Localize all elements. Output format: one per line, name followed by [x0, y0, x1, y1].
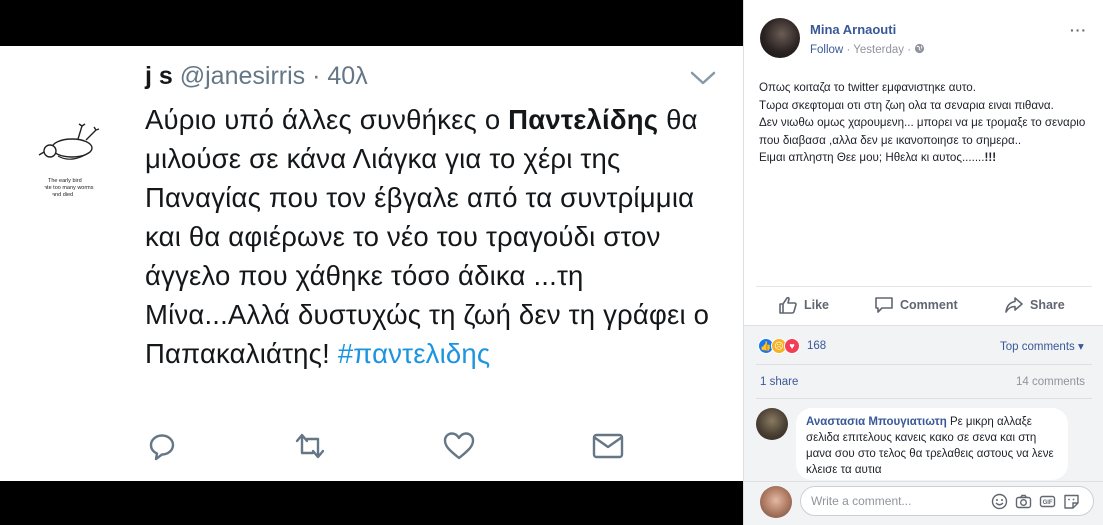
reactions-summary[interactable]: 👍 ☹ ♥ 168 — [758, 337, 826, 355]
comment-icon — [875, 297, 893, 313]
direct-message-icon[interactable] — [591, 429, 625, 463]
love-reaction-icon: ♥ — [784, 338, 800, 354]
post-line-last: Ειμαι απληστη Θεε μου; Ηθελα κι αυτος...… — [759, 149, 1089, 167]
camera-icon[interactable] — [1015, 493, 1032, 510]
retweet-icon[interactable] — [293, 429, 327, 463]
post-body: Οπως κοιταζα το twitter εμφανιστηκε αυτο… — [759, 79, 1089, 167]
like-button[interactable]: Like — [778, 295, 829, 315]
svg-text:GIF: GIF — [1043, 500, 1053, 506]
like-icon[interactable] — [442, 429, 476, 463]
commenter-name[interactable]: Αναστασια Μπουγιατιωτη — [806, 416, 947, 428]
comment-input[interactable]: Write a comment... GIF — [800, 486, 1094, 516]
current-user-avatar — [760, 486, 792, 518]
follow-link[interactable]: Follow — [810, 44, 843, 56]
screenshot-root: The early bird ate too many worms and di… — [0, 0, 1103, 525]
poster-name[interactable]: Mina Arnaouti — [810, 22, 896, 37]
meta-dot: · — [846, 44, 851, 56]
tweet-text-bold: Παντελίδης — [508, 104, 659, 135]
tweet-text-part1: Αύριο υπό άλλες συνθήκες ο — [145, 104, 509, 135]
top-black-strip — [0, 0, 743, 46]
sticker-icon[interactable] — [1063, 493, 1080, 510]
post-action-bar: Like Comment Share — [744, 288, 1103, 322]
post-emphasis: !!! — [984, 151, 997, 165]
commenter-avatar[interactable] — [756, 408, 788, 440]
gif-icon[interactable]: GIF — [1039, 493, 1056, 510]
post-line: Δεν νιωθω ομως χαρουμενη... μπορει να με… — [759, 116, 1086, 147]
comment-placeholder: Write a comment... — [811, 494, 912, 508]
tweet-hashtag[interactable]: #παντελιδης — [338, 338, 491, 369]
post-line: Ειμαι απληστη Θεε μου; Ηθελα κι αυτος...… — [759, 151, 985, 165]
tweet-actions — [145, 429, 635, 463]
divider — [756, 398, 1092, 399]
emoji-icon[interactable] — [991, 493, 1008, 510]
tweet-header: j s @janesirris · 40λ — [145, 62, 368, 91]
tweet-handle[interactable]: @janesirris — [180, 62, 305, 90]
post-time[interactable]: Yesterday — [853, 44, 904, 56]
chevron-down-icon[interactable] — [690, 70, 716, 86]
like-label: Like — [804, 298, 830, 312]
share-label: Share — [1030, 298, 1065, 312]
comment-label: Comment — [900, 298, 958, 312]
reply-icon[interactable] — [145, 429, 179, 463]
comment-bubble: Αναστασια Μπουγιατιωτη Ρε μικρη αλλαξε σ… — [796, 408, 1068, 480]
avatar-caption-line2: ate too many worms — [44, 185, 94, 191]
top-comments-dropdown[interactable]: Top comments ▾ — [1000, 339, 1084, 353]
tweet-avatar[interactable]: The early bird ate too many worms and di… — [36, 118, 122, 204]
facebook-post-panel: Mina Arnaouti Follow · Yesterday · ··· Ο… — [743, 0, 1103, 525]
shares-count[interactable]: 1 share — [760, 376, 798, 388]
tweet-text-part2: θα μιλούσε σε κάνα Λιάγκα για το χέρι τη… — [145, 104, 710, 369]
post-line: Τωρα σκεφτομαι οτι στη ζωη ολα τα σεναρι… — [759, 98, 1054, 112]
share-button[interactable]: Share — [1004, 295, 1065, 315]
poster-avatar[interactable] — [760, 18, 800, 58]
avatar-caption-line1: The early bird — [48, 178, 82, 184]
tweet-text: Αύριο υπό άλλες συνθήκες ο Παντελίδης θα… — [145, 100, 725, 373]
tweet-display-name[interactable]: j s — [145, 62, 173, 90]
thumbs-up-icon — [779, 296, 797, 314]
meta-dot-2: · — [907, 44, 912, 56]
globe-icon[interactable] — [914, 43, 925, 54]
post-meta: Follow · Yesterday · — [810, 43, 925, 56]
more-options-icon[interactable]: ··· — [1070, 22, 1087, 38]
divider — [756, 286, 1092, 287]
tweet-age[interactable]: 40λ — [327, 62, 367, 90]
share-arrow-icon — [1005, 297, 1023, 313]
comments-count[interactable]: 14 comments — [1016, 376, 1085, 388]
divider — [756, 364, 1092, 365]
post-line: Οπως κοιταζα το twitter εμφανιστηκε αυτο… — [759, 81, 976, 94]
dead-bird-icon: The early bird ate too many worms and di… — [38, 123, 100, 198]
tweet-dot: · — [312, 62, 321, 90]
avatar-caption-line3: and died — [52, 192, 73, 198]
tweet-card: The early bird ate too many worms and di… — [0, 46, 743, 481]
reaction-count[interactable]: 168 — [807, 340, 826, 352]
comment-button[interactable]: Comment — [874, 295, 958, 315]
